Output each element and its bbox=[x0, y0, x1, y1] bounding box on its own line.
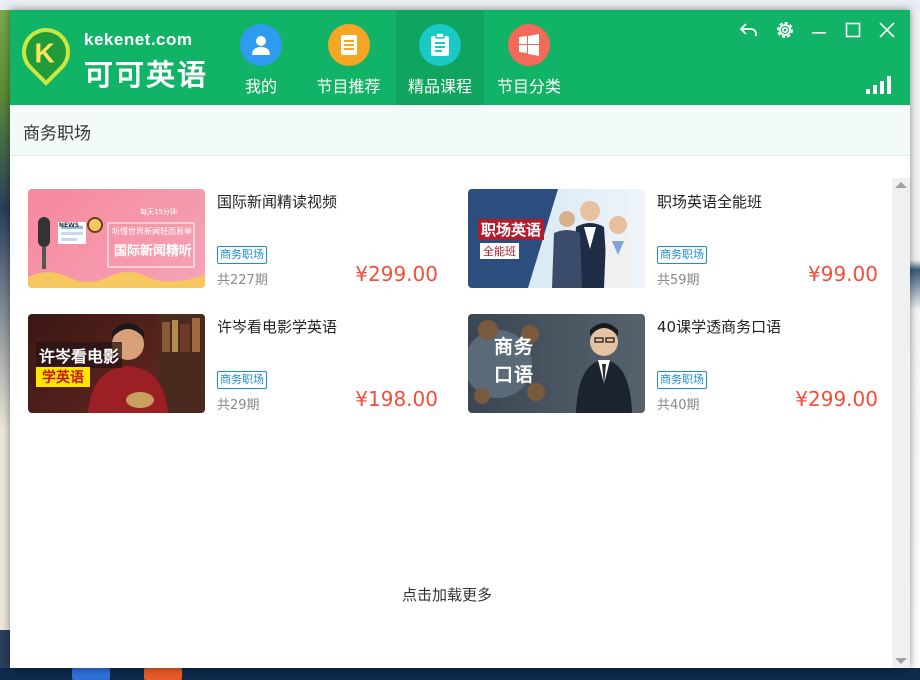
course-episode-count: 共227期 bbox=[217, 273, 268, 288]
windows-grid-icon bbox=[508, 24, 550, 66]
course-price: ¥99.00 bbox=[808, 262, 878, 286]
course-tag: 商务职场 bbox=[657, 371, 707, 389]
thumbnail-text: 商务 bbox=[494, 336, 535, 358]
course-title[interactable]: 40课学透商务口语 bbox=[657, 316, 781, 337]
thumbnail-text: 国际新闻精听 bbox=[114, 244, 193, 259]
course-title[interactable]: 许岑看电影学英语 bbox=[217, 316, 337, 337]
course-thumbnail: 职场英语 全能班 bbox=[468, 189, 645, 288]
background-window-strip bbox=[0, 0, 920, 10]
app-header: K kekenet.com 可可英语 我的 节目推荐 精品课程 节目分类 bbox=[10, 10, 910, 105]
maximize-icon[interactable] bbox=[841, 18, 865, 42]
signal-strength-icon bbox=[866, 76, 892, 94]
kekenet-logo-icon: K bbox=[12, 18, 80, 86]
course-price: ¥299.00 bbox=[355, 262, 438, 286]
load-more-button[interactable]: 点击加载更多 bbox=[402, 584, 492, 605]
thumbnail-text: 每天15分钟 bbox=[140, 208, 177, 216]
settings-icon[interactable] bbox=[773, 18, 797, 42]
vertical-scrollbar[interactable] bbox=[892, 178, 910, 668]
thumbnail-text: 全能班 bbox=[480, 243, 519, 259]
logo-url: kekenet.com bbox=[84, 30, 193, 49]
user-icon bbox=[240, 24, 282, 66]
main-nav: 我的 节目推荐 精品课程 节目分类 bbox=[221, 10, 574, 105]
minimize-icon[interactable] bbox=[807, 18, 831, 42]
course-title[interactable]: 国际新闻精读视频 bbox=[217, 191, 337, 212]
course-price: ¥198.00 bbox=[355, 387, 438, 411]
course-list: 每天15分钟 听懂世界新闻轻而易举 国际新闻精听 NEWS 国际新闻精读视频 商… bbox=[10, 156, 892, 668]
taskbar-app-icon[interactable] bbox=[144, 668, 182, 680]
nav-label: 节目分类 bbox=[496, 77, 561, 96]
section-title: 商务职场 bbox=[23, 124, 91, 144]
nav-item-categories[interactable]: 节目分类 bbox=[489, 10, 569, 105]
course-episode-count: 共29期 bbox=[217, 398, 260, 413]
thumbnail-text: 职场英语 bbox=[478, 219, 545, 240]
course-thumbnail: 每天15分钟 听懂世界新闻轻而易举 国际新闻精听 NEWS bbox=[28, 189, 205, 288]
course-card[interactable]: 许岑看电影 学英语 许岑看电影学英语 商务职场 共29期 ¥198.00 bbox=[28, 314, 448, 414]
taskbar-app-icon[interactable] bbox=[72, 668, 110, 680]
clipboard-icon bbox=[419, 24, 461, 66]
app-logo[interactable]: K kekenet.com 可可英语 bbox=[10, 10, 220, 105]
scroll-up-arrow-icon[interactable] bbox=[895, 182, 907, 188]
course-card[interactable]: 商务 口语 40课学透商务口语 商务职场 共40期 ¥299.00 bbox=[468, 314, 888, 414]
thumbnail-text: 听懂世界新闻轻而易举 bbox=[112, 227, 192, 236]
course-thumbnail: 商务 口语 bbox=[468, 314, 645, 413]
course-price: ¥299.00 bbox=[795, 387, 878, 411]
course-card[interactable]: 每天15分钟 听懂世界新闻轻而易举 国际新闻精听 NEWS 国际新闻精读视频 商… bbox=[28, 189, 448, 289]
nav-label: 节目推荐 bbox=[316, 77, 381, 96]
course-tag: 商务职场 bbox=[657, 246, 707, 264]
nav-label: 我的 bbox=[244, 77, 277, 96]
thumbnail-text: 许岑看电影 bbox=[36, 342, 123, 368]
course-card[interactable]: 职场英语 全能班 职场英语全能班 商务职场 共59期 ¥99.00 bbox=[468, 189, 888, 289]
logo-name: 可可英语 bbox=[84, 58, 209, 92]
thumbnail-text: 学英语 bbox=[36, 367, 90, 387]
thumbnail-text: 口语 bbox=[494, 364, 535, 386]
document-icon bbox=[327, 24, 370, 66]
nav-item-recommend[interactable]: 节目推荐 bbox=[306, 10, 391, 105]
close-icon[interactable] bbox=[875, 18, 899, 42]
section-header: 商务职场 bbox=[10, 105, 910, 156]
taskbar bbox=[0, 668, 920, 680]
scroll-down-arrow-icon[interactable] bbox=[895, 658, 907, 664]
course-episode-count: 共40期 bbox=[657, 398, 700, 413]
nav-item-premium-courses[interactable]: 精品课程 bbox=[396, 10, 484, 105]
course-thumbnail: 许岑看电影 学英语 bbox=[28, 314, 205, 413]
course-tag: 商务职场 bbox=[217, 371, 267, 389]
background-window-right bbox=[910, 10, 920, 680]
desktop-left-edge bbox=[0, 10, 10, 680]
nav-label: 精品课程 bbox=[407, 77, 472, 96]
course-tag: 商务职场 bbox=[217, 246, 267, 264]
nav-item-mine[interactable]: 我的 bbox=[221, 10, 301, 105]
course-episode-count: 共59期 bbox=[657, 273, 700, 288]
app-window: K kekenet.com 可可英语 我的 节目推荐 精品课程 节目分类 商务职… bbox=[10, 10, 910, 668]
thumbnail-text: NEWS bbox=[59, 222, 80, 229]
course-title[interactable]: 职场英语全能班 bbox=[657, 191, 762, 212]
back-icon[interactable] bbox=[737, 18, 761, 42]
